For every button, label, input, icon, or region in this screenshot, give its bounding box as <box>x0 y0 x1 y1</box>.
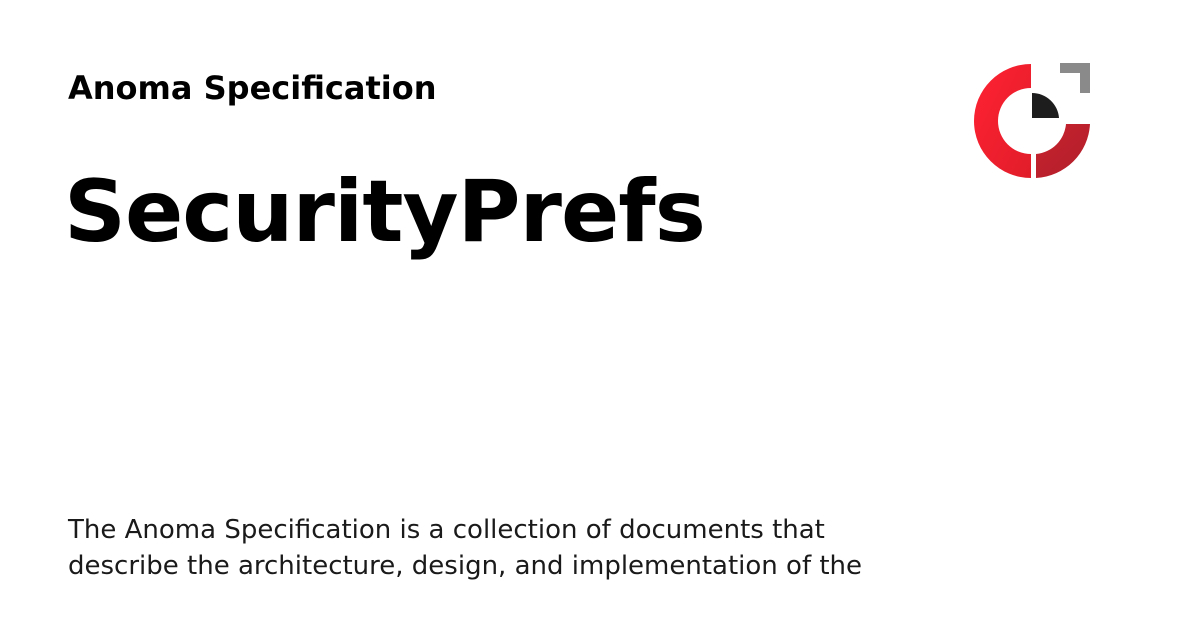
page-description: The Anoma Specification is a collection … <box>68 515 863 581</box>
anoma-logo-icon <box>970 60 1094 184</box>
site-name: Anoma Specification <box>68 69 437 107</box>
page-title: SecurityPrefs <box>64 162 706 262</box>
